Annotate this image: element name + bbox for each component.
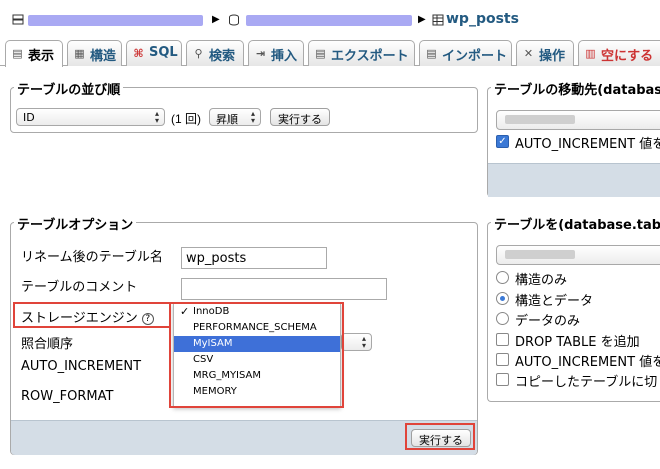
tools-icon: ✕: [523, 47, 534, 60]
engine-option-label: InnoDB: [193, 306, 230, 317]
comment-input[interactable]: [181, 278, 387, 300]
engine-option-performance-schema[interactable]: PERFORMANCE_SCHEMA: [174, 320, 340, 336]
tab-label: SQL: [149, 45, 178, 60]
tab-bar: ▤ 表示 ▦ 構造 ⌘ SQL ⚲ 検索 ⇥ 挿入 ▤ エクスポート ▤ インポート ✕ 操作 …: [0, 40, 660, 67]
sort-legend: テーブルの並び順: [14, 79, 124, 98]
comment-label: テーブルのコメント: [21, 280, 138, 295]
tab-insert[interactable]: ⇥ 挿入: [248, 40, 304, 66]
select-arrows-icon: ▴ ▾: [250, 109, 255, 125]
sort-panel: テーブルの並び順 ID ▴ ▾ (1 回) 昇順 ▴ ▾ 実行する: [10, 79, 478, 133]
copy-legend: テーブルを(database.table: [491, 214, 660, 233]
tab-export[interactable]: ▤ エクスポート: [308, 40, 415, 66]
engine-option-label: MRG_MYISAM: [193, 370, 262, 381]
sort-go-button[interactable]: 実行する: [270, 108, 330, 126]
breadcrumb: ▶ ▶ wp_posts: [0, 0, 660, 40]
structure-icon: ▦: [74, 47, 85, 60]
collation-label: 照合順序: [21, 337, 74, 352]
table-icon: [432, 14, 444, 26]
copy-database-select[interactable]: [496, 245, 660, 265]
copy-option-label: DROP TABLE を追加: [515, 335, 640, 350]
copy-option-label: 構造とデータ: [515, 294, 594, 309]
rename-input[interactable]: wp_posts: [181, 247, 327, 269]
engine-option-label: MEMORY: [193, 386, 237, 397]
copy-structure-only-radio[interactable]: [496, 271, 509, 284]
row-format-label: ROW_FORMAT: [21, 389, 114, 404]
engine-label-text: ストレージエンジン: [21, 311, 138, 326]
sort-count-text: (1 回): [171, 112, 202, 126]
rename-label: リネーム後のテーブル名: [21, 250, 163, 265]
breadcrumb-table-link[interactable]: wp_posts: [446, 11, 519, 27]
sort-column-value: ID: [23, 111, 35, 124]
options-legend: テーブルオプション: [14, 214, 137, 233]
table-browse-icon: ▤: [12, 47, 23, 60]
options-panel-footer: 実行する: [11, 420, 477, 455]
collation-select[interactable]: ▴ ▾: [341, 333, 372, 351]
select-arrows-icon: ▴ ▾: [361, 334, 366, 350]
breadcrumb-arrow-icon: ▶: [212, 14, 220, 25]
sort-order-select[interactable]: 昇順 ▴ ▾: [209, 108, 261, 126]
tab-label: 挿入: [271, 49, 298, 64]
options-go-button[interactable]: 実行する: [411, 429, 471, 447]
select-arrows-icon: ▴ ▾: [154, 109, 159, 125]
tab-browse[interactable]: ▤ 表示: [5, 40, 63, 67]
engine-option-innodb[interactable]: ✓ InnoDB: [174, 304, 340, 320]
help-icon[interactable]: ?: [141, 313, 154, 325]
engine-option-myisam[interactable]: MyISAM: [174, 336, 340, 352]
tab-label: インポート: [442, 49, 508, 64]
move-database-select[interactable]: [496, 110, 660, 130]
tab-structure[interactable]: ▦ 構造: [67, 40, 122, 66]
insert-icon: ⇥: [255, 47, 266, 60]
export-icon: ▤: [315, 47, 326, 60]
move-auto-increment-checkbox[interactable]: ✓: [496, 135, 509, 148]
copy-switch-table-checkbox[interactable]: [496, 373, 509, 386]
checkmark-icon: ✓: [180, 305, 190, 318]
import-icon: ▤: [426, 47, 437, 60]
breadcrumb-arrow-icon: ▶: [418, 14, 426, 25]
empty-icon: ▥: [585, 47, 596, 60]
engine-option-csv[interactable]: CSV: [174, 352, 340, 368]
move-panel: テーブルの移動先(database ✓ AUTO_INCREMENT 値を: [487, 79, 660, 197]
sql-icon: ⌘: [133, 47, 144, 60]
storage-engine-dropdown[interactable]: ✓ InnoDB PERFORMANCE_SCHEMA MyISAM CSV MR…: [173, 303, 341, 407]
server-name-redacted[interactable]: [28, 15, 203, 26]
tab-label: 操作: [539, 49, 566, 64]
tab-label: 空にする: [601, 49, 654, 64]
copy-panel: テーブルを(database.table 構造のみ 構造とデータ データのみ D…: [487, 214, 660, 402]
tab-import[interactable]: ▤ インポート: [419, 40, 512, 66]
redacted-database-name: [505, 250, 575, 259]
search-icon: ⚲: [194, 47, 203, 60]
move-legend: テーブルの移動先(database: [491, 79, 660, 98]
engine-option-label: MyISAM: [193, 338, 233, 349]
sort-order-value: 昇順: [216, 113, 238, 126]
copy-data-only-radio[interactable]: [496, 312, 509, 325]
tab-label: 構造: [90, 49, 117, 64]
tab-label: エクスポート: [331, 49, 409, 64]
copy-drop-table-checkbox[interactable]: [496, 333, 509, 346]
auto-increment-label: AUTO_INCREMENT: [21, 359, 142, 374]
copy-structure-data-radio[interactable]: [496, 292, 509, 305]
tab-search[interactable]: ⚲ 検索: [186, 40, 244, 66]
move-auto-increment-label: AUTO_INCREMENT 値を: [515, 137, 660, 152]
engine-option-mrg-myisam[interactable]: MRG_MYISAM: [174, 368, 340, 384]
copy-option-label: 構造のみ: [515, 273, 568, 288]
engine-label: ストレージエンジン?: [21, 307, 154, 326]
copy-auto-increment-checkbox[interactable]: [496, 353, 509, 366]
database-name-redacted[interactable]: [246, 15, 412, 26]
tab-empty[interactable]: ▥ 空にする: [578, 40, 660, 66]
move-panel-footer: [488, 163, 660, 197]
database-icon: [229, 14, 239, 26]
tab-sql[interactable]: ⌘ SQL: [126, 40, 182, 66]
copy-option-label: データのみ: [515, 314, 581, 329]
engine-option-label: CSV: [193, 354, 214, 365]
copy-option-label: コピーしたテーブルに切: [515, 375, 658, 390]
server-icon: [12, 14, 24, 25]
engine-option-memory[interactable]: MEMORY: [174, 384, 340, 400]
sort-column-select[interactable]: ID ▴ ▾: [16, 108, 165, 126]
tab-label: 表示: [28, 49, 55, 64]
tab-operations[interactable]: ✕ 操作: [516, 40, 574, 66]
engine-option-label: PERFORMANCE_SCHEMA: [193, 322, 317, 333]
redacted-database-name: [505, 115, 575, 124]
tab-label: 検索: [209, 49, 236, 64]
copy-option-label: AUTO_INCREMENT 値を: [515, 355, 660, 370]
